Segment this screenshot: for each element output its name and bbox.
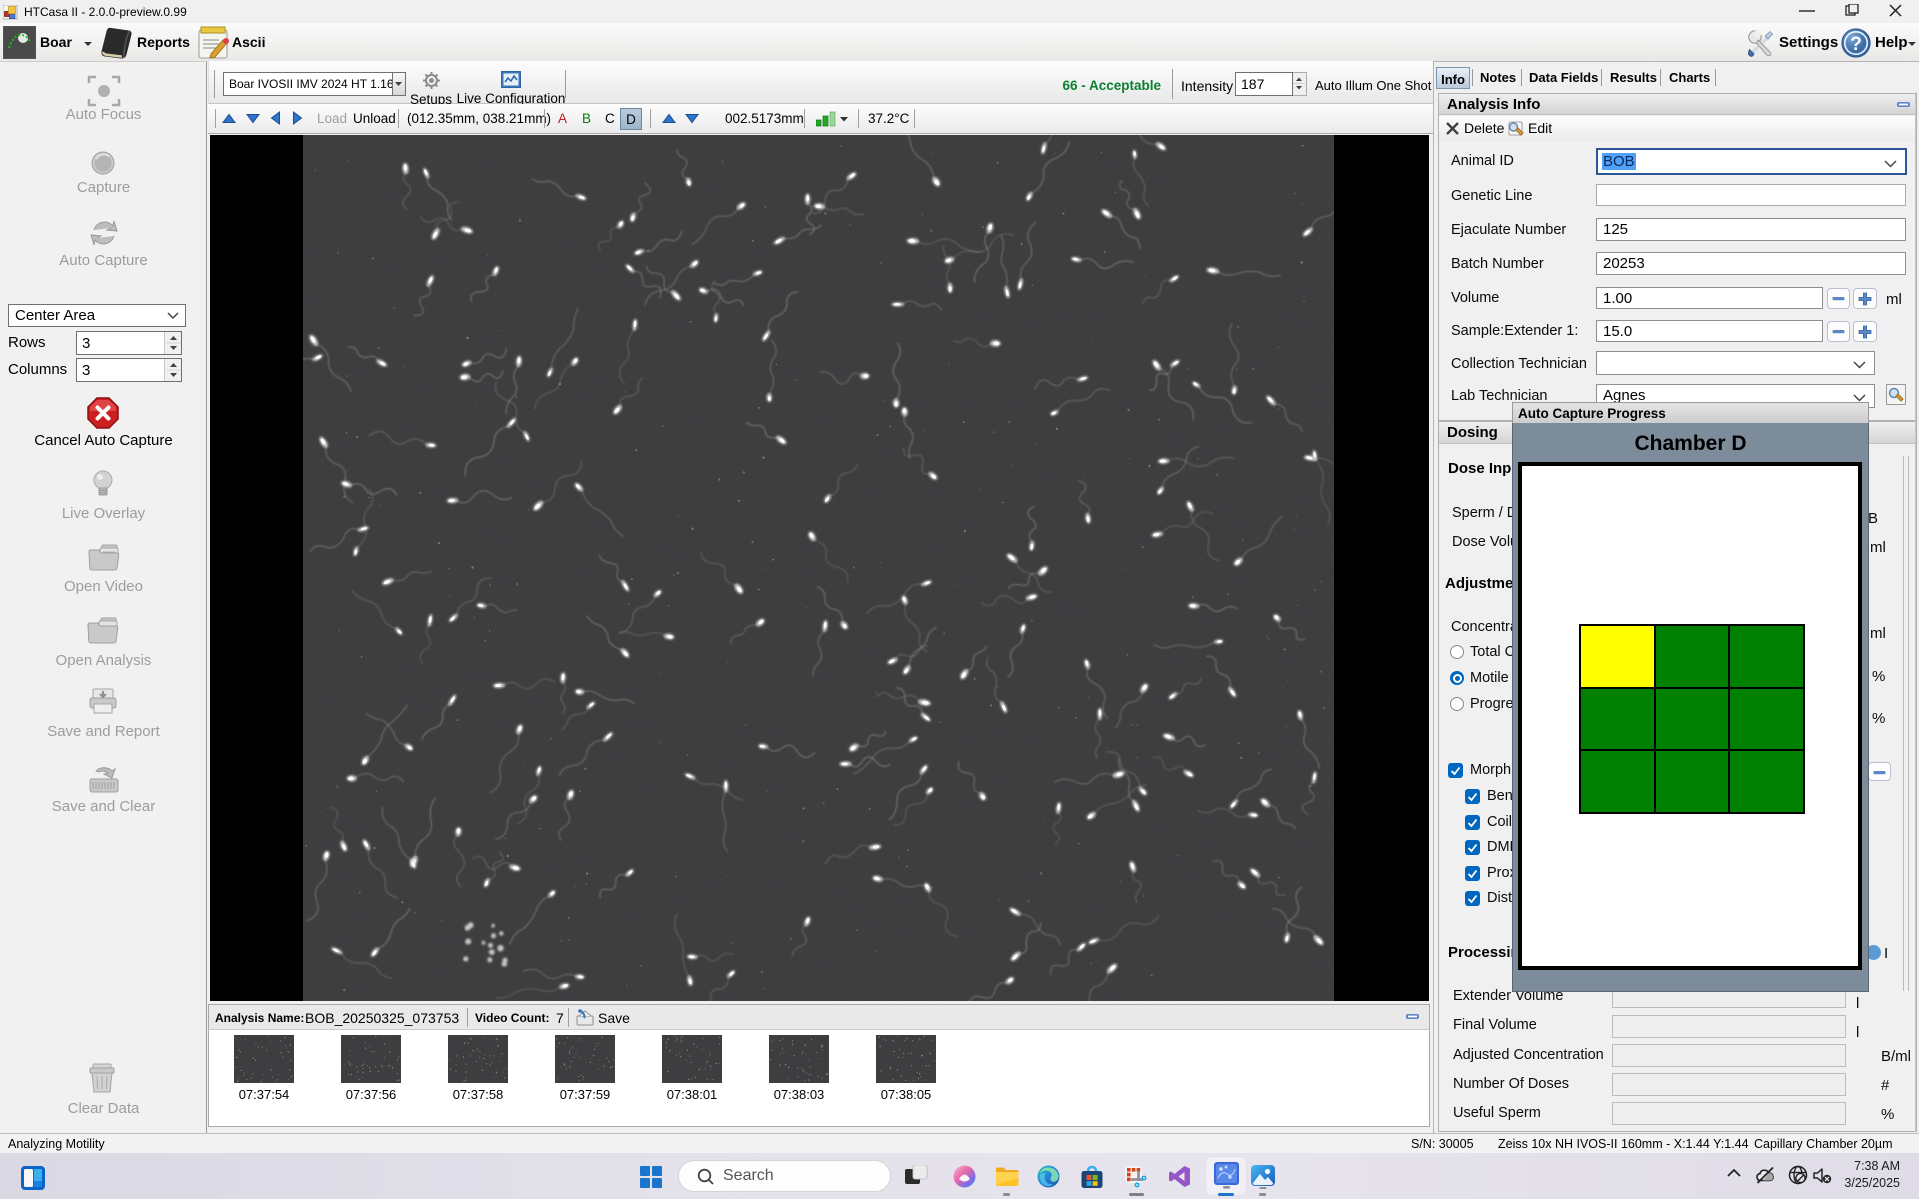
svg-text:?: ? bbox=[1850, 34, 1862, 55]
